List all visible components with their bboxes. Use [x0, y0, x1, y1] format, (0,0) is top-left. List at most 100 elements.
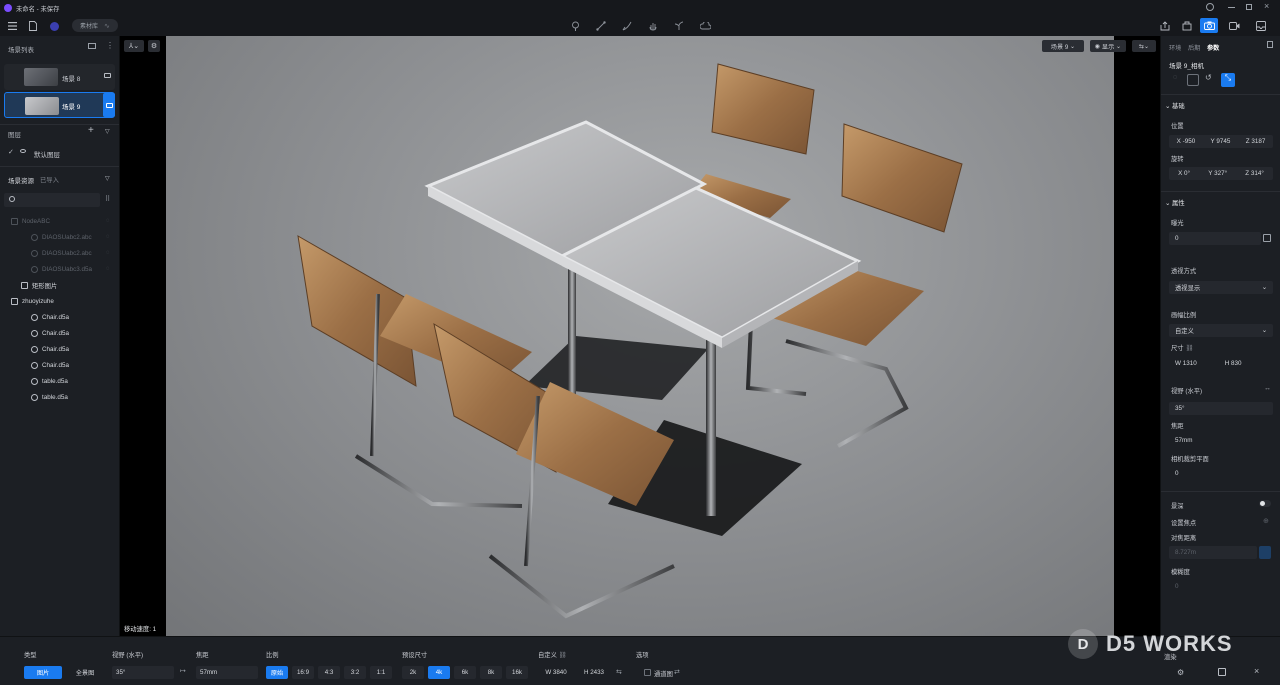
- brush-tool-icon[interactable]: [620, 19, 634, 33]
- render-canvas[interactable]: [166, 36, 1114, 636]
- export-dropdown[interactable]: ⇆⌄: [1132, 40, 1156, 52]
- transform-axis-icon[interactable]: ⅄⌄: [124, 40, 144, 52]
- custom-w-input[interactable]: W 3840: [538, 666, 574, 679]
- focal-input[interactable]: 57mm: [1169, 434, 1273, 447]
- props-section[interactable]: ⌄ 属性: [1165, 198, 1185, 207]
- scene-dropdown[interactable]: 场景 9 ⌄: [1042, 40, 1084, 52]
- scene-item[interactable]: 场景 8: [4, 64, 115, 90]
- snap-icon[interactable]: ◌: [1169, 74, 1181, 86]
- help-icon[interactable]: [1206, 3, 1214, 11]
- channel-checkbox[interactable]: [644, 669, 651, 676]
- tab-environment[interactable]: 环境: [1169, 43, 1181, 52]
- open-folder-icon[interactable]: [1218, 668, 1226, 676]
- exposure-input[interactable]: 0: [1169, 232, 1261, 245]
- preset-button[interactable]: 4k: [428, 666, 450, 679]
- tree-item[interactable]: Chair.d5a: [0, 310, 119, 324]
- position-fields[interactable]: X -950 Y 9745 Z 3187: [1169, 135, 1273, 148]
- tree-item[interactable]: table.d5a: [0, 374, 119, 388]
- visibility-icon[interactable]: ◌: [106, 266, 110, 272]
- close-icon[interactable]: ×: [1264, 1, 1269, 11]
- assistant-icon[interactable]: [47, 19, 61, 33]
- tab-post[interactable]: 后期: [1188, 43, 1200, 52]
- size-fields[interactable]: W 1310 H 830: [1169, 357, 1273, 370]
- video-icon[interactable]: [1227, 19, 1241, 33]
- rotation-fields[interactable]: X 0° Y 327° Z 314°: [1169, 167, 1273, 180]
- fov-toggle-icon[interactable]: ↔: [1264, 385, 1271, 392]
- pos-y[interactable]: Y 9745: [1211, 138, 1231, 145]
- auto-exposure-icon[interactable]: [1263, 234, 1271, 242]
- fov-toggle-icon[interactable]: ↦: [180, 667, 186, 675]
- collapse-icon[interactable]: ▽: [105, 128, 110, 135]
- menu-icon[interactable]: [5, 19, 19, 33]
- camera-view-icon[interactable]: [104, 73, 111, 78]
- swap-icon[interactable]: ⇆: [616, 668, 622, 676]
- tree-item[interactable]: DIAOSUabc2.abc ◌: [0, 230, 119, 244]
- tree-item[interactable]: DIAOSUabc3.d5a ◌: [0, 262, 119, 276]
- pos-x[interactable]: X -950: [1177, 138, 1196, 145]
- tree-item[interactable]: zhuoyizuhe: [0, 294, 119, 308]
- pin-tool-icon[interactable]: [568, 19, 582, 33]
- assets-title[interactable]: 场景资源: [8, 175, 34, 185]
- minimize-icon[interactable]: [1228, 7, 1235, 8]
- fov-input[interactable]: 35°: [1169, 402, 1273, 415]
- blur-input[interactable]: 0: [1169, 580, 1273, 593]
- type-panorama-button[interactable]: 全景图: [66, 666, 104, 679]
- reset-icon[interactable]: ↺: [1205, 73, 1212, 82]
- add-layer-icon[interactable]: +: [88, 125, 94, 136]
- rot-x[interactable]: X 0°: [1178, 170, 1190, 177]
- focus-frame-icon[interactable]: [1187, 74, 1199, 86]
- ratio-button[interactable]: 1:1: [370, 666, 392, 679]
- type-image-button[interactable]: 图片: [24, 666, 62, 679]
- settings-icon[interactable]: ⚙: [148, 40, 160, 52]
- material-library-button[interactable]: 素材库 ∿: [72, 19, 118, 32]
- clip-input[interactable]: 0: [1169, 467, 1273, 480]
- tree-item[interactable]: DIAOSUabc2.abc ◌: [0, 246, 119, 260]
- ratio-button[interactable]: 4:3: [318, 666, 340, 679]
- focus-distance-input[interactable]: 8.727m: [1169, 546, 1257, 559]
- plant-tool-icon[interactable]: [672, 19, 686, 33]
- viewport[interactable]: ⅄⌄ ⚙ 场景 9 ⌄ ◉ 显示 ⌄ ⇆⌄ 移动速度: 1: [120, 36, 1160, 636]
- close-icon[interactable]: ×: [1254, 666, 1259, 676]
- package-icon[interactable]: [1180, 19, 1194, 33]
- inbox-icon[interactable]: [1254, 19, 1268, 33]
- maximize-icon[interactable]: [1246, 4, 1252, 10]
- preset-button[interactable]: 6k: [454, 666, 476, 679]
- ratio-button[interactable]: 16:9: [292, 666, 314, 679]
- preset-button[interactable]: 8k: [480, 666, 502, 679]
- share-icon[interactable]: [1158, 19, 1172, 33]
- cloud-tool-icon[interactable]: [698, 19, 712, 33]
- visibility-icon[interactable]: ◌: [106, 250, 110, 256]
- tree-item[interactable]: Chair.d5a: [0, 342, 119, 356]
- eye-icon[interactable]: [20, 149, 26, 153]
- rot-y[interactable]: Y 327°: [1208, 170, 1227, 177]
- visibility-icon[interactable]: ◌: [106, 218, 110, 224]
- fov-input[interactable]: 35°: [112, 666, 174, 679]
- panel-toggle-icon[interactable]: [1267, 41, 1273, 48]
- camera-lock-icon[interactable]: ⤡: [1221, 73, 1235, 87]
- tree-item[interactable]: 矩形图片: [0, 278, 119, 292]
- visibility-icon[interactable]: ◌: [106, 234, 110, 240]
- preset-button[interactable]: 16k: [506, 666, 528, 679]
- tab-imported[interactable]: 已导入: [40, 175, 59, 184]
- display-dropdown[interactable]: ◉ 显示 ⌄: [1090, 40, 1126, 52]
- custom-h-input[interactable]: H 2433: [576, 666, 612, 679]
- file-icon[interactable]: [26, 19, 40, 33]
- tree-item[interactable]: table.d5a: [0, 390, 119, 404]
- asset-search-input[interactable]: [4, 193, 100, 207]
- size-w[interactable]: W 1310: [1175, 360, 1197, 367]
- preset-button[interactable]: 2k: [402, 666, 424, 679]
- options-settings-icon[interactable]: ⇄: [674, 668, 680, 676]
- size-h[interactable]: H 830: [1225, 360, 1242, 367]
- add-scene-icon[interactable]: [88, 43, 96, 49]
- pos-z[interactable]: Z 3187: [1246, 138, 1266, 145]
- hand-tool-icon[interactable]: [646, 19, 660, 33]
- crosshair-icon[interactable]: ⊕: [1263, 517, 1269, 525]
- tab-params[interactable]: 参数: [1207, 43, 1219, 52]
- grid-view-icon[interactable]: ⠿: [105, 195, 110, 203]
- aspect-select[interactable]: 自定义 ⌄: [1169, 324, 1273, 337]
- camera-view-icon[interactable]: [103, 93, 115, 117]
- projection-select[interactable]: 透视显示 ⌄: [1169, 281, 1273, 294]
- ratio-button[interactable]: 3:2: [344, 666, 366, 679]
- rot-z[interactable]: Z 314°: [1245, 170, 1264, 177]
- pick-focus-icon[interactable]: [1259, 546, 1271, 559]
